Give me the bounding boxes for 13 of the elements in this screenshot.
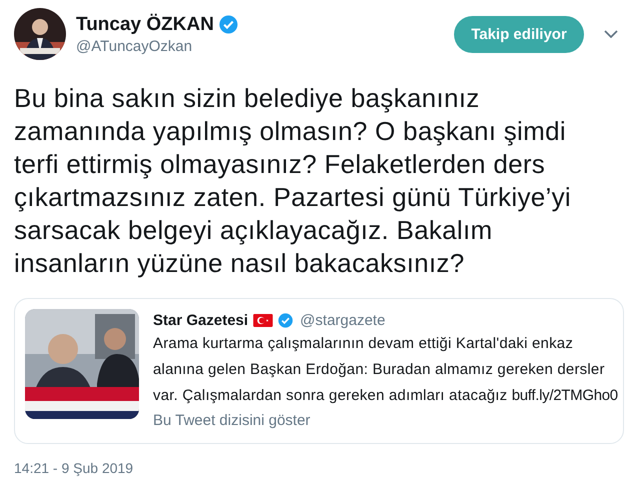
author-name: Tuncay ÖZKAN bbox=[76, 14, 214, 36]
quoted-author-name: Star Gazetesi bbox=[153, 312, 248, 328]
quoted-author-handle: @stargazete bbox=[300, 312, 386, 328]
quoted-tweet-card[interactable] bbox=[14, 298, 624, 444]
flag-icon bbox=[253, 314, 274, 326]
following-button[interactable]: Takip ediliyor bbox=[454, 16, 584, 52]
quoted-tweet-text: Arama kurtarma çalışmalarının devam ettiği Kartal'daki enkaz alanına gelen Başkan Erdoğan: Buradan almamız gereken dersler var. Çalışmalardan sonra gereken adımları atacağız buff.ly/2TMGho0 bbox=[153, 334, 619, 406]
timestamp[interactable]: 14:21 - 9 Şub 2019 bbox=[14, 460, 134, 476]
chevron-down-icon[interactable] bbox=[604, 30, 618, 38]
author-handle: @ATuncayOzkan bbox=[76, 38, 194, 54]
tweet-text: Bu bina sakın sizin belediye başkanınız zamanında yapılmış olmasın? O başkanı şimdi terfi ettirmiş olmayasınız? Felaketlerden ders çıkartmazsınız zaten. Pazartesi günü Türkiye’yi sarsacak belgeyi açıklayacağız. Bakalım insanların yüzüne nasıl bakacaksınız? bbox=[14, 82, 572, 280]
show-thread-link[interactable]: Bu Tweet dizisini göster bbox=[153, 412, 310, 429]
link[interactable]: buff.ly/2TMGho0 bbox=[512, 387, 618, 404]
